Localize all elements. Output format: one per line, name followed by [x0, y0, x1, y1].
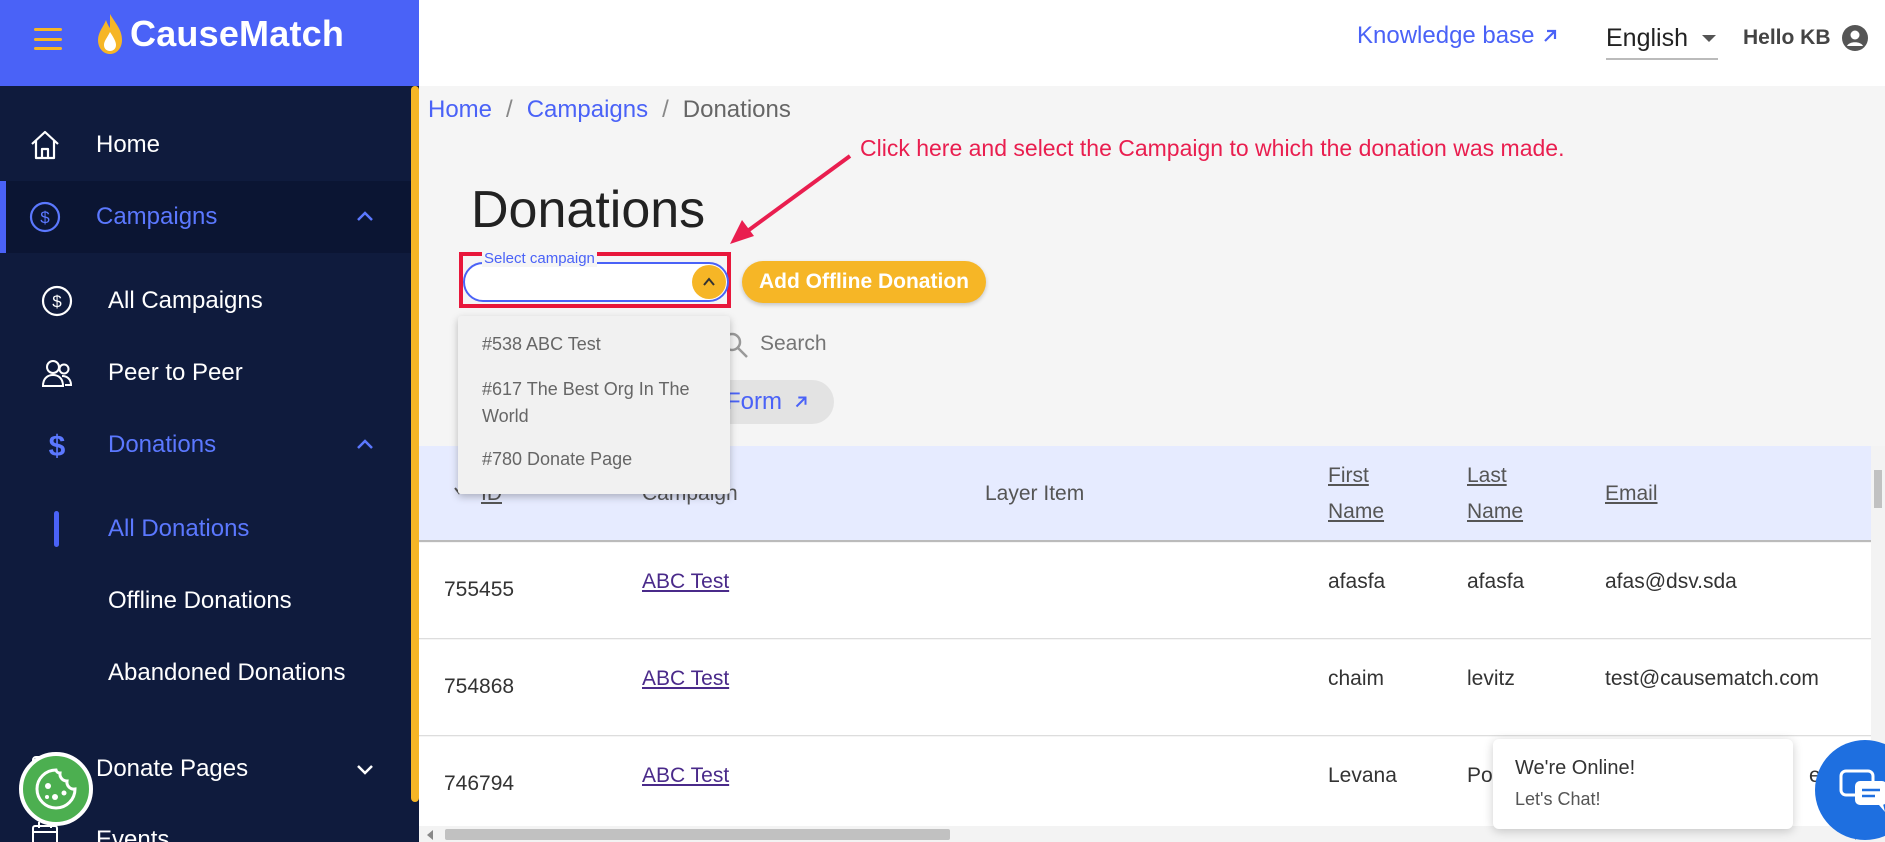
chat-title: We're Online!	[1515, 757, 1636, 779]
language-value: English	[1606, 23, 1688, 52]
sidebar-item-abandoned-donations[interactable]: Abandoned Donations	[0, 637, 411, 709]
account-circle-icon	[1841, 25, 1868, 51]
sidebar-item-all-donations[interactable]: All Donations	[0, 493, 411, 565]
cell-last-name: Po	[1467, 764, 1493, 787]
top-header: Knowledge base English Hello KB	[419, 0, 1885, 86]
sidebar-item-label: All Donations	[108, 515, 250, 542]
sidebar-item-peer-to-peer[interactable]: Peer to Peer	[0, 337, 411, 409]
column-header-layer-item[interactable]: Layer Item	[985, 476, 1084, 512]
brand-name: CauseMatch	[130, 13, 345, 54]
knowledge-base-link[interactable]: Knowledge base	[1357, 22, 1560, 50]
chevron-up-icon	[357, 211, 373, 221]
sidebar-item-donations[interactable]: $ Donations	[0, 409, 411, 481]
sidebar: CauseMatch Home $ Campaigns $ All Campai…	[0, 0, 419, 842]
external-link-icon	[795, 396, 807, 408]
sidebar-item-label: Campaigns	[96, 203, 218, 230]
cookie-icon	[35, 768, 77, 810]
caret-down-icon	[1702, 34, 1716, 42]
dollar-circle-icon: $	[27, 199, 63, 235]
cell-campaign-link[interactable]: ABC Test	[642, 570, 729, 594]
knowledge-base-label: Knowledge base	[1357, 22, 1535, 49]
sidebar-item-label: Offline Donations	[108, 587, 292, 614]
language-select[interactable]: English	[1606, 18, 1718, 60]
table-row: 755455 ABC Test afasfa afasfa afas@dsv.s…	[419, 543, 1871, 639]
campaign-select-label: Select campaign	[482, 250, 597, 267]
search-input[interactable]	[760, 326, 1060, 362]
menu-icon[interactable]	[34, 28, 62, 50]
scroll-left-icon[interactable]	[427, 830, 433, 840]
user-greeting: Hello KB	[1743, 26, 1831, 49]
cell-campaign-link[interactable]: ABC Test	[642, 667, 729, 691]
campaign-option[interactable]: #780 Donate Page	[482, 446, 712, 473]
cookie-settings-button[interactable]	[19, 752, 93, 826]
users-icon	[39, 355, 75, 391]
breadcrumb-current: Donations	[682, 96, 791, 123]
breadcrumb: Home / Campaigns / Donations	[428, 96, 791, 124]
sidebar-item-all-campaigns[interactable]: $ All Campaigns	[0, 265, 411, 337]
campaign-option[interactable]: #538 ABC Test	[482, 331, 712, 358]
cell-first-name: afasfa	[1328, 570, 1386, 593]
flame-icon	[98, 14, 122, 54]
cell-email: test@causematch.com	[1605, 667, 1819, 690]
scrollbar-thumb[interactable]	[1874, 470, 1882, 508]
dollar-circle-icon: $	[39, 283, 75, 319]
breadcrumb-separator: /	[506, 96, 513, 123]
cell-campaign-link[interactable]: ABC Test	[642, 764, 729, 788]
column-header-email[interactable]: Email	[1605, 476, 1658, 512]
svg-text:$: $	[40, 208, 50, 227]
column-header-last-name[interactable]: Name	[1467, 494, 1523, 530]
annotation-arrow-icon	[730, 154, 852, 244]
sidebar-item-label: Events	[96, 826, 170, 842]
page-title: Donations	[471, 181, 706, 239]
chevron-up-icon	[703, 277, 715, 286]
sidebar-item-label: Peer to Peer	[108, 359, 243, 386]
cell-email: afas@dsv.sda	[1605, 570, 1737, 593]
chat-subtitle: Let's Chat!	[1515, 789, 1601, 809]
logo[interactable]: CauseMatch	[94, 12, 344, 56]
tutorial-annotation: Click here and select the Campaign to wh…	[860, 135, 1565, 161]
cell-id: 754868	[444, 675, 515, 698]
sidebar-item-label: All Campaigns	[108, 287, 263, 314]
scrollbar-thumb[interactable]	[445, 829, 950, 840]
column-header-first-name[interactable]: First	[1328, 458, 1369, 494]
cell-id: 746794	[444, 772, 515, 795]
add-offline-donation-button[interactable]: Add Offline Donation	[742, 261, 986, 303]
chat-bubble-icon	[1839, 769, 1885, 812]
sidebar-item-campaigns[interactable]: $ Campaigns	[0, 181, 411, 253]
dollar-icon: $	[39, 427, 75, 463]
cell-first-name: Levana	[1328, 764, 1397, 787]
campaign-select[interactable]	[463, 262, 729, 302]
column-header-last-name[interactable]: Last	[1467, 458, 1507, 494]
cell-first-name: chaim	[1328, 667, 1385, 690]
sidebar-item-label: Abandoned Donations	[108, 659, 346, 686]
cell-last-name: afasfa	[1467, 570, 1525, 593]
cell-id: 755455	[444, 578, 515, 601]
external-link-icon	[1544, 29, 1557, 42]
cell-last-name: levitz	[1467, 667, 1515, 690]
sidebar-item-label: Home	[96, 131, 161, 158]
breadcrumb-campaigns[interactable]: Campaigns	[527, 96, 648, 124]
chevron-down-icon	[355, 836, 375, 842]
user-menu[interactable]: Hello KB	[1743, 24, 1869, 52]
sidebar-item-label: Donations	[108, 431, 217, 458]
home-icon	[27, 127, 63, 163]
chat-prompt[interactable]: We're Online! Let's Chat!	[1493, 739, 1793, 829]
table-row: 754868 ABC Test chaim levitz test@causem…	[419, 640, 1871, 736]
column-header-first-name[interactable]: Name	[1328, 494, 1384, 530]
sidebar-item-label: Donate Pages	[96, 755, 249, 782]
sidebar-scrollbar[interactable]	[411, 86, 419, 802]
svg-text:$: $	[49, 430, 66, 462]
breadcrumb-home[interactable]: Home	[428, 96, 492, 124]
sidebar-item-home[interactable]: Home	[0, 109, 411, 181]
sidebar-item-offline-donations[interactable]: Offline Donations	[0, 565, 411, 637]
breadcrumb-separator: /	[662, 96, 669, 123]
form-link-label: Form	[726, 388, 782, 415]
svg-text:$: $	[52, 292, 62, 311]
dropdown-toggle-button[interactable]	[692, 265, 726, 299]
chevron-down-icon	[357, 765, 373, 775]
chevron-up-icon	[357, 439, 373, 449]
campaign-option[interactable]: #617 The Best Org In The World	[482, 376, 712, 430]
campaign-dropdown-menu: #538 ABC Test #617 The Best Org In The W…	[458, 316, 730, 494]
brand-bar: CauseMatch	[0, 0, 419, 86]
